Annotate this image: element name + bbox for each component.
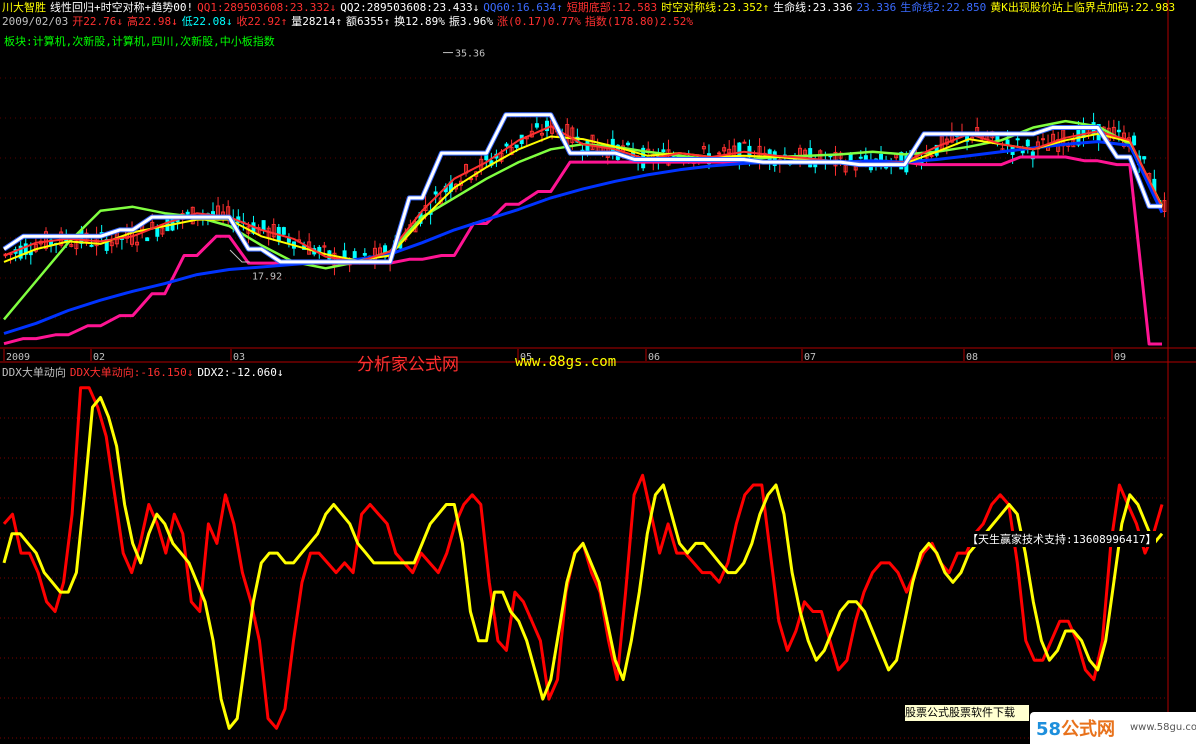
indicator-header-row: 川大智胜 线性回归+时空对称+趋势00! QQ1:289503608:23.332↓… (2, 1, 1179, 15)
candle-body (484, 154, 489, 161)
indicator-value-0: 川大智胜 (2, 1, 46, 14)
candle-body (929, 154, 934, 157)
series-line-短期底部 (3, 155, 1162, 346)
candle-body (504, 143, 509, 147)
indicator-value-6: 时空对称线:23.352↑ (661, 1, 770, 14)
candle-body (362, 253, 367, 256)
indicator-value-8: 23.336 (856, 1, 897, 14)
candle-body (1142, 156, 1147, 160)
candle-body (1040, 138, 1045, 141)
price-field-10: 指数(178.80)2.52% (584, 15, 693, 28)
logo-word: 公式网 (1061, 719, 1116, 740)
price-field-7: 换12.89% (394, 15, 445, 28)
candle-body (717, 152, 722, 155)
indicator-value-2: QQ1:289503608:23.332↓ (197, 1, 337, 14)
candle-body (145, 237, 150, 242)
ddx-series-0 (2, 386, 1164, 730)
candle-body (858, 156, 863, 159)
candle-body (1025, 139, 1030, 147)
candle-body (1132, 135, 1137, 146)
axis-labels-layer: 2009 02 03 05 06 07 08 0935.3617.92 (3, 49, 1126, 363)
candle-body (281, 227, 286, 235)
price-info-row: 2009/02/03 开22.76↓ 高22.98↓ 低22.08↓ 收22.92↑ 量2… (2, 15, 697, 29)
annotation-high: 35.36 (455, 49, 485, 60)
candle-body (661, 149, 666, 153)
logo-mark: 58公式网 (1036, 715, 1115, 741)
candle-body (342, 250, 347, 258)
logo-number: 58 (1036, 719, 1062, 740)
price-field-1: 开22.76↓ (72, 15, 123, 28)
price-field-4: 收22.92↑ (236, 15, 288, 28)
indicator-value-1: 线性回归+时空对称+趋势00! (50, 1, 194, 14)
ddx-legend-item-2: DDX2:-12.060↓ (197, 366, 284, 379)
x-tick-label: 09 (1114, 352, 1126, 363)
annotation-low: 17.92 (252, 272, 282, 283)
candle-body (848, 154, 853, 162)
price-field-3: 低22.08↓ (181, 15, 233, 28)
ddx-legend: DDX大单动向 DDX大单动向:-16.150↓ DDX2:-12.060↓ (2, 364, 287, 380)
indicator-value-9: 生命线2:22.850 (900, 1, 987, 14)
indicator-value-5: 短期底部:12.583 (566, 1, 658, 14)
price-field-8: 振3.96% (448, 15, 493, 28)
sector-info: 板块:计算机,次新股,计算机,四川,次新股,中小板指数 (4, 35, 275, 48)
price-field-0: 2009/02/03 (2, 15, 69, 28)
x-tick-label: 06 (648, 352, 660, 363)
candle-body (1116, 129, 1121, 133)
site-logo[interactable]: 58公式网 www.58gu.com (1030, 712, 1196, 744)
series-line-QQ1 (3, 125, 1163, 263)
x-tick-label: 03 (233, 352, 245, 363)
candle-body (185, 211, 190, 215)
ddx-lines-layer (2, 386, 1164, 730)
indicator-value-3: QQ2:289503608:23.433↓ (340, 1, 480, 14)
ddx-legend-item-1: DDX大单动向:-16.150↓ (69, 366, 194, 379)
candle-body (625, 142, 630, 146)
watermark-site-name: 分析家公式网 (357, 355, 459, 375)
candle-body (514, 144, 519, 148)
x-tick-label: 2009 (6, 352, 30, 363)
candle-body (1015, 138, 1020, 141)
candle-body (89, 244, 94, 247)
candlestick-layer (3, 112, 1167, 276)
candle-body (433, 191, 438, 195)
indicator-value-10: 黄K出现股价站上临界点加码:22.983 (990, 1, 1176, 14)
candle-body (534, 123, 539, 128)
indicator-value-4: QQ60:16.634↑ (483, 1, 563, 14)
x-tick-label: 08 (966, 352, 978, 363)
price-field-6: 额6355↑ (345, 15, 391, 28)
price-field-9: 涨(0.17)0.77% (496, 15, 581, 28)
x-tick-label: 02 (93, 352, 105, 363)
candle-body (261, 220, 266, 231)
indicator-value-7: 生命线:23.336 (773, 1, 853, 14)
ddx-series-1 (2, 396, 1164, 730)
x-tick-label: 07 (804, 352, 816, 363)
logo-url: www.58gu.com (1130, 722, 1196, 733)
ddx-legend-item-0: DDX大单动向 (2, 366, 66, 379)
candle-body (742, 141, 747, 144)
price-field-5: 量28214↑ (291, 15, 342, 28)
download-banner[interactable]: 股票公式股票软件下载 (905, 705, 1029, 721)
watermark-site-url: www.88gs.com (515, 354, 617, 370)
price-field-2: 高22.98↓ (126, 15, 178, 28)
support-text: 【天生赢家技术支持:13608996417】 (967, 531, 1157, 547)
series-line-生命线2 (3, 140, 1164, 335)
candle-body (352, 251, 357, 260)
